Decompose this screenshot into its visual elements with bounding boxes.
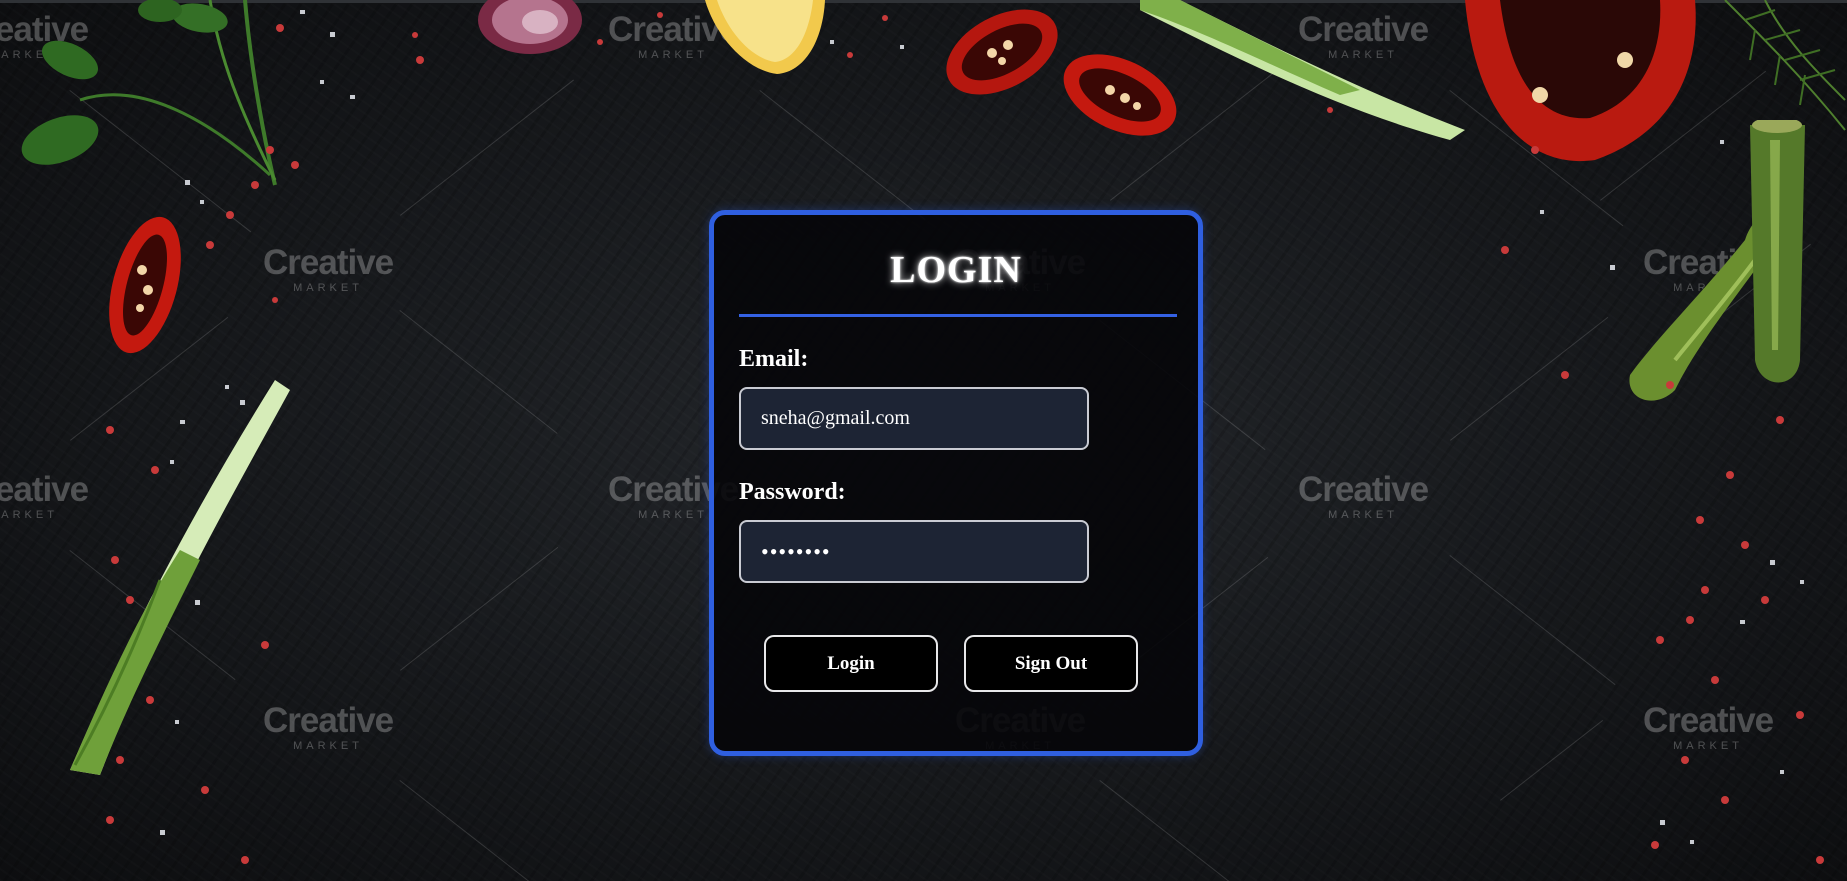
login-title: LOGIN [890, 249, 1022, 291]
password-label: Password: [739, 479, 846, 505]
email-label: Email: [739, 346, 809, 372]
email-field[interactable] [739, 387, 1089, 450]
sign-out-button[interactable]: Sign Out [964, 635, 1138, 692]
login-page: CreativeMARKET CreativeMARKET CreativeMA… [0, 0, 1847, 881]
login-button[interactable]: Login [764, 635, 938, 692]
password-field[interactable] [739, 520, 1089, 583]
login-card: LOGIN Email: Password: Login Sign Out [709, 210, 1203, 756]
title-divider [739, 314, 1177, 317]
